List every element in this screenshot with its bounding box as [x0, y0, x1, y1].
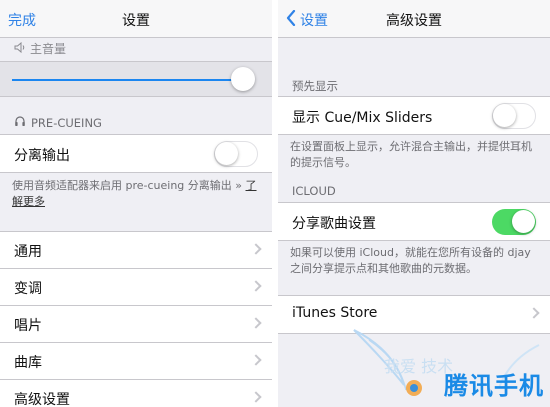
master-volume-slider[interactable] — [0, 61, 272, 97]
preview-footer: 在设置面板上显示，允许混合主输出，并提供耳机的提示信号。 — [290, 140, 532, 169]
menu-item-label: 高级设置 — [14, 392, 70, 407]
cue-mix-row: 显示 Cue/Mix Sliders — [278, 96, 550, 135]
menu-item-label: 通用 — [14, 244, 42, 260]
advanced-settings-screen: 设置 高级设置 预先显示 显示 Cue/Mix Sliders 在设置面板上显示… — [278, 0, 550, 407]
chevron-right-icon — [250, 243, 262, 255]
menu-item-library[interactable]: 曲库 — [0, 343, 272, 380]
page-title: 设置 — [122, 13, 150, 29]
toggle-knob — [512, 210, 535, 233]
split-output-toggle[interactable] — [214, 141, 258, 167]
share-song-toggle[interactable] — [492, 209, 536, 235]
menu-item-advanced[interactable]: 高级设置 — [0, 380, 272, 407]
precue-header-label: PRE-CUEING — [31, 115, 102, 130]
precue-footer: 使用音频适配器来启用 pre-cueing 分离输出 » 了解更多 — [12, 178, 262, 210]
headphones-icon — [14, 115, 26, 130]
back-button[interactable]: 设置 — [286, 9, 328, 30]
cue-mix-toggle[interactable] — [492, 103, 536, 129]
volume-track — [12, 79, 238, 81]
itunes-store-row[interactable]: iTunes Store — [278, 296, 550, 334]
nav-bar: 完成 设置 — [0, 0, 272, 38]
settings-screen: 完成 设置 主音量 PRE-CUEING 分离输出 使用音频适配器来启用 pre… — [0, 0, 272, 407]
toggle-knob — [215, 142, 238, 165]
chevron-left-icon — [286, 9, 296, 30]
chevron-right-icon — [528, 307, 540, 319]
menu-item-pitch[interactable]: 变调 — [0, 269, 272, 306]
done-button[interactable]: 完成 — [8, 10, 36, 30]
split-output-row: 分离输出 — [0, 134, 272, 173]
icloud-header: ICLOUD — [292, 184, 336, 198]
menu-item-records[interactable]: 唱片 — [0, 306, 272, 343]
share-song-label: 分享歌曲设置 — [292, 216, 376, 232]
chevron-right-icon — [250, 280, 262, 292]
menu-item-label: 曲库 — [14, 355, 42, 371]
store-list: iTunes Store — [278, 295, 550, 334]
toggle-knob — [493, 104, 516, 127]
cue-mix-label: 显示 Cue/Mix Sliders — [292, 110, 433, 126]
volume-thumb[interactable] — [231, 67, 256, 91]
volume-header: 主音量 — [14, 40, 66, 57]
split-output-label: 分离输出 — [14, 148, 70, 164]
itunes-store-label: iTunes Store — [292, 305, 378, 321]
precue-footer-text: 使用音频适配器来启用 pre-cueing 分离输出 » — [12, 179, 246, 192]
precue-header: PRE-CUEING — [14, 115, 102, 130]
chevron-right-icon — [250, 317, 262, 329]
volume-label: 主音量 — [30, 42, 67, 56]
menu-item-general[interactable]: 通用 — [0, 232, 272, 269]
menu-item-label: 变调 — [14, 281, 42, 297]
back-label: 设置 — [300, 13, 328, 29]
share-song-row: 分享歌曲设置 — [278, 202, 550, 241]
icloud-footer: 如果可以使用 iCloud，就能在您所有设备的 djay 之间分享提示点和其他歌… — [290, 246, 531, 275]
chevron-right-icon — [250, 391, 262, 403]
menu-item-label: 唱片 — [14, 318, 42, 334]
speaker-icon — [14, 41, 26, 56]
preview-header: 预先显示 — [292, 79, 338, 93]
nav-bar: 设置 高级设置 — [278, 0, 550, 38]
settings-menu: 通用 变调 唱片 曲库 高级设置 — [0, 231, 272, 407]
chevron-right-icon — [250, 354, 262, 366]
